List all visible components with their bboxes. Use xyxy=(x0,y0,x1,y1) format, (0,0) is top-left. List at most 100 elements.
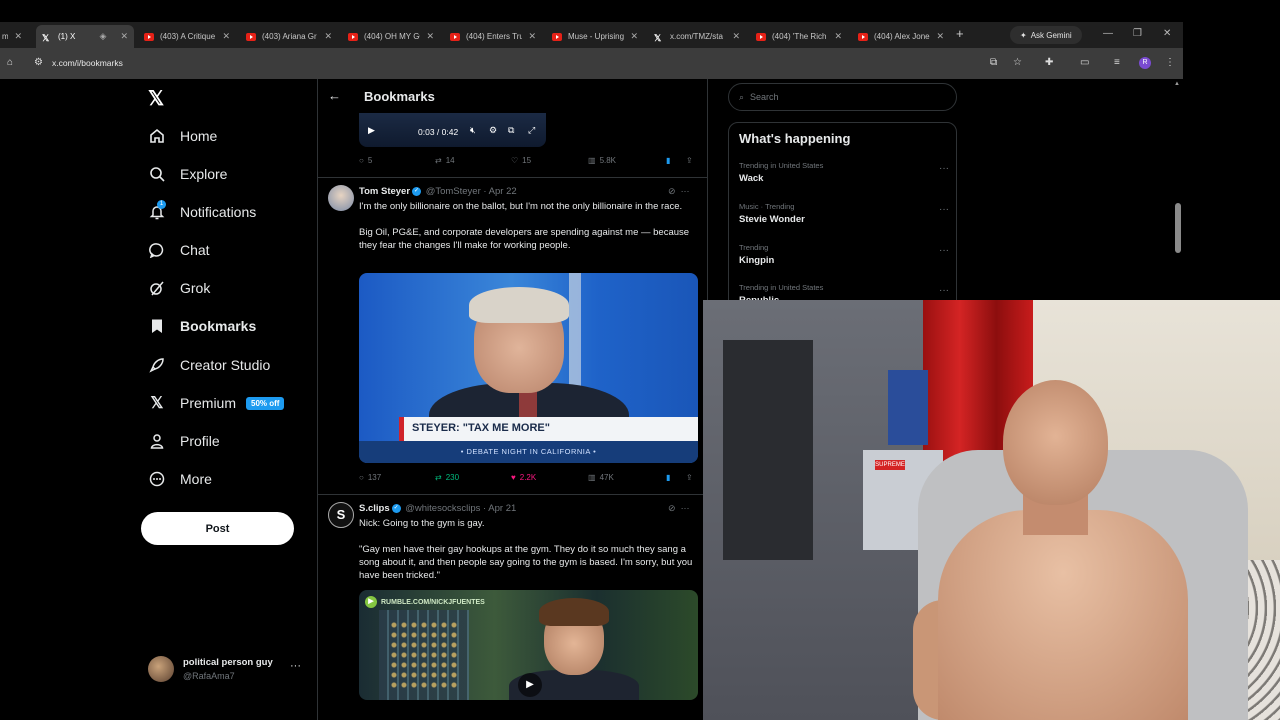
more-dots-icon[interactable]: ··· xyxy=(681,186,690,196)
trend-item[interactable]: Music · Trending Stevie Wonder ··· xyxy=(739,202,949,232)
mute-icon[interactable]: 🔇︎ xyxy=(470,125,476,136)
close-icon[interactable]: ✕ xyxy=(222,31,230,42)
scrollbar-thumb[interactable] xyxy=(1175,203,1181,253)
more-dots-icon[interactable]: ··· xyxy=(939,285,949,296)
settings-icon[interactable]: ⚙ xyxy=(489,125,497,136)
browser-tab[interactable]: (404) OH MY GO ✕ xyxy=(342,25,440,48)
url-field[interactable]: x.com/i/bookmarks xyxy=(52,58,123,68)
sidebar-item-home[interactable]: Home xyxy=(148,124,217,148)
repost-button[interactable]: ⇄ 14 xyxy=(435,156,455,165)
more-dots-icon[interactable]: ··· xyxy=(939,245,949,256)
more-dots-icon[interactable]: ··· xyxy=(939,204,949,215)
trend-item[interactable]: Trending in United States Wack ··· xyxy=(739,161,949,191)
star-icon[interactable]: ☆ xyxy=(1013,57,1022,68)
browser-profile-avatar[interactable]: R xyxy=(1139,57,1151,69)
account-switcher[interactable]: political person guy @RafaAma7 ··· xyxy=(148,654,308,684)
share-button[interactable]: ⇪ xyxy=(686,473,693,482)
browser-tab[interactable]: (404) Alex Jone ✕ xyxy=(852,25,950,48)
pip-icon[interactable]: ⧉ xyxy=(508,125,514,136)
browser-tab[interactable]: m ✕ xyxy=(0,25,28,48)
close-window-icon[interactable]: ✕ xyxy=(1163,28,1171,39)
browser-tab[interactable]: 𝕏 x.com/TMZ/sta ✕ xyxy=(648,25,746,48)
bookmark-button[interactable]: ▮ xyxy=(666,473,670,482)
tweet-video[interactable]: STEYER: "TAX ME MORE" • DEBATE NIGHT IN … xyxy=(359,273,698,463)
sidebar-item-grok[interactable]: Grok xyxy=(148,276,210,300)
bookmark-button[interactable]: ▮ xyxy=(666,156,670,165)
close-icon[interactable]: ✕ xyxy=(936,31,944,42)
tweet-video[interactable]: ▶ RUMBLE.COM/NICKJFUENTES ▶ xyxy=(359,590,698,700)
trend-item[interactable]: Trending Kingpin ··· xyxy=(739,243,949,273)
close-icon[interactable]: ✕ xyxy=(528,31,536,42)
site-info-icon[interactable]: ⚙ xyxy=(34,57,43,68)
sidebar-item-creator-studio[interactable]: Creator Studio xyxy=(148,353,270,377)
back-arrow-icon[interactable]: ← xyxy=(328,88,341,103)
author-name[interactable]: Tom Steyer xyxy=(359,186,410,197)
close-icon[interactable]: ✕ xyxy=(14,31,22,42)
views-button[interactable]: ▥ 5.8K xyxy=(588,156,616,165)
scroll-up-icon[interactable]: ▲ xyxy=(1174,81,1180,87)
author-name[interactable]: S.clips xyxy=(359,503,390,514)
avatar xyxy=(148,656,174,682)
more-dots-icon[interactable]: ··· xyxy=(290,660,301,672)
tweet-date[interactable]: Apr 22 xyxy=(489,186,517,197)
more-dots-icon[interactable]: ··· xyxy=(939,163,949,174)
avatar[interactable]: S xyxy=(328,502,354,528)
bookmark-icon: ▮ xyxy=(666,473,671,482)
sidebar-item-explore[interactable]: Explore xyxy=(148,162,227,186)
page-scrollbar[interactable]: ▲ xyxy=(1172,79,1183,300)
extensions-icon[interactable]: ✚ xyxy=(1045,57,1053,68)
tab-title: (404) 'The Rich xyxy=(772,32,827,41)
play-icon[interactable]: ▶ xyxy=(518,673,542,697)
play-icon[interactable]: ▶ xyxy=(368,125,375,136)
sidebar-item-bookmarks[interactable]: Bookmarks xyxy=(148,314,256,338)
post-button[interactable]: Post xyxy=(141,512,294,545)
reply-button[interactable]: ○ 5 xyxy=(359,156,372,165)
chat-icon xyxy=(148,241,166,259)
author-handle[interactable]: @whitesocksclips xyxy=(405,503,480,514)
sidebar-item-premium[interactable]: 𝕏 Premium 50% off xyxy=(148,391,285,415)
close-icon[interactable]: ✕ xyxy=(324,31,332,42)
x-logo-icon[interactable]: 𝕏 xyxy=(148,86,164,111)
sidebar-item-more[interactable]: More xyxy=(148,467,212,491)
search-input[interactable]: ⌕ Search xyxy=(728,83,957,111)
tweet-date[interactable]: Apr 21 xyxy=(488,503,516,514)
like-button[interactable]: ♥ 2.2K xyxy=(511,473,536,482)
search-icon xyxy=(148,165,166,183)
new-tab-icon[interactable]: + xyxy=(956,26,964,41)
close-icon[interactable]: ✕ xyxy=(426,31,434,42)
fullscreen-icon[interactable]: ⤢ xyxy=(528,125,535,136)
browser-tab[interactable]: (403) A Critique ✕ xyxy=(138,25,236,48)
browser-tab[interactable]: (403) Ariana Gr ✕ xyxy=(240,25,338,48)
browser-tab[interactable]: Muse - Uprising ✕ xyxy=(546,25,644,48)
media-icon[interactable]: ≡ xyxy=(1114,57,1120,68)
browser-tab-active[interactable]: 𝕏 (1) X ◈ ✕ xyxy=(36,25,134,48)
home-icon[interactable]: ⌂ xyxy=(7,57,13,68)
close-icon[interactable]: ✕ xyxy=(630,31,638,42)
ask-gemini-button[interactable]: ✦ Ask Gemini xyxy=(1010,26,1082,44)
mute-icon[interactable]: ◈ xyxy=(100,31,107,42)
menu-icon[interactable]: ⋮ xyxy=(1165,57,1175,68)
author-handle[interactable]: @TomSteyer xyxy=(426,186,481,197)
more-dots-icon[interactable]: ··· xyxy=(681,503,690,513)
grok-icon[interactable]: ⊘ xyxy=(668,503,676,513)
avatar[interactable] xyxy=(328,185,354,211)
close-icon[interactable]: ✕ xyxy=(732,31,740,42)
install-icon[interactable]: ⧉ xyxy=(990,57,997,68)
views-button[interactable]: ▥ 47K xyxy=(588,473,614,482)
browser-tab[interactable]: (404) 'The Rich ✕ xyxy=(750,25,848,48)
sidebar-item-chat[interactable]: Chat xyxy=(148,238,210,262)
share-button[interactable]: ⇪ xyxy=(686,156,693,165)
sidebar-item-profile[interactable]: Profile xyxy=(148,429,220,453)
minimize-icon[interactable]: — xyxy=(1103,28,1113,39)
grok-icon[interactable]: ⊘ xyxy=(668,186,676,196)
repost-button[interactable]: ⇄ 230 xyxy=(435,473,459,482)
video-player[interactable]: ▶ 0:03 / 0:42 🔇︎ ⚙ ⧉ ⤢ xyxy=(359,113,546,147)
like-button[interactable]: ♡ 15 xyxy=(511,156,531,165)
close-icon[interactable]: ✕ xyxy=(120,31,128,42)
restore-icon[interactable]: ❐ xyxy=(1133,28,1142,39)
browser-tab[interactable]: (404) Enters Tru ✕ xyxy=(444,25,542,48)
reply-button[interactable]: ○ 137 xyxy=(359,473,381,482)
trend-name: Stevie Wonder xyxy=(739,214,805,225)
split-view-icon[interactable]: ▭ xyxy=(1080,57,1089,68)
close-icon[interactable]: ✕ xyxy=(834,31,842,42)
